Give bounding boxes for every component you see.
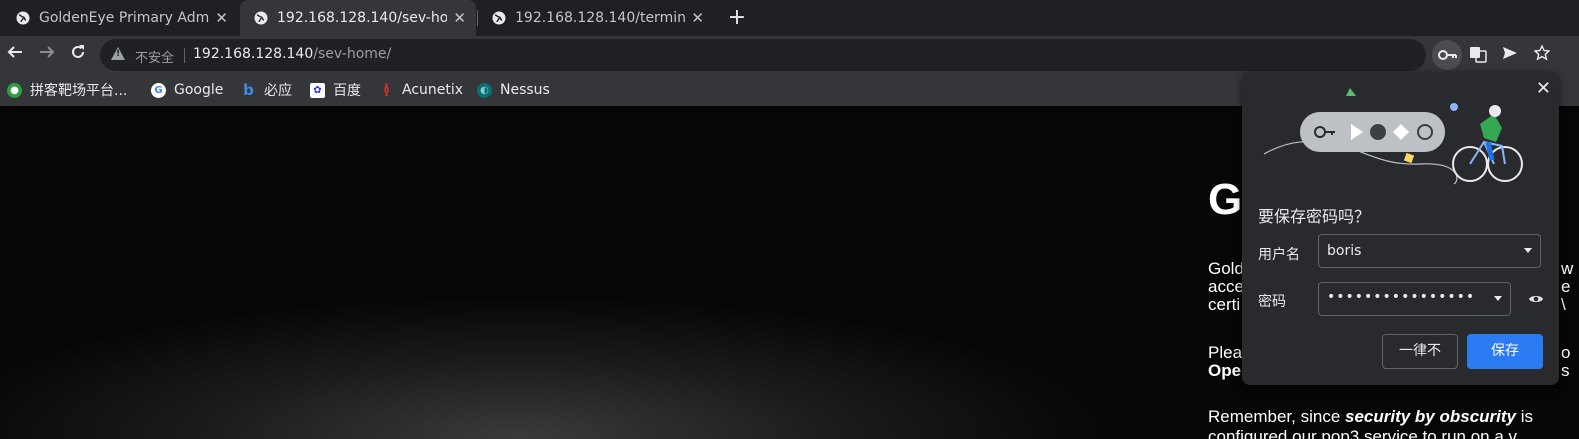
translate-button[interactable]: [1467, 45, 1489, 67]
save-password-dialog: ✕ 要保存密码吗？ 用户名 boris 密码 •••••••••••••••• …: [1242, 72, 1559, 385]
url-text[interactable]: 192.168.128.140/sev-home/: [193, 46, 391, 62]
bookmark-star-button[interactable]: [1531, 44, 1553, 67]
send-icon: [1503, 47, 1517, 59]
reload-button[interactable]: [67, 44, 89, 66]
tab-title: 192.168.128.140/terminal.: [515, 10, 686, 26]
password-label: 密码: [1258, 294, 1286, 310]
tab-title: 192.168.128.140/sev-home: [277, 10, 448, 26]
url-path: /sev-home/: [313, 46, 392, 62]
bookmark-pinke[interactable]: ● 拼客靶场平台...: [7, 80, 127, 100]
bookmark-google[interactable]: G Google: [151, 80, 223, 100]
dialog-title: 要保存密码吗？: [1258, 207, 1371, 226]
nessus-icon: ◐: [477, 82, 492, 98]
omnibox-divider: [184, 48, 185, 63]
paragraph-line: Plea: [1208, 343, 1243, 362]
star-icon: [1533, 44, 1551, 61]
url-host: 192.168.128.140: [193, 46, 314, 62]
browser-toolbar: ! 不安全 192.168.128.140/sev-home/: [0, 36, 1579, 74]
bing-icon: b: [243, 81, 254, 99]
tab-strip: GoldenEye Primary Admin ✕ 192.168.128.14…: [0, 0, 1579, 36]
password-illustration: [1263, 88, 1523, 185]
bookmark-baidu[interactable]: ✿ 百度: [310, 80, 361, 100]
bookmark-nessus[interactable]: ◐ Nessus: [477, 80, 550, 100]
never-save-button[interactable]: 一律不: [1382, 334, 1458, 369]
close-icon[interactable]: ✕: [691, 9, 704, 27]
forward-arrow-icon: [40, 46, 55, 58]
bookmark-label: Nessus: [500, 82, 550, 98]
bookmark-label: Google: [174, 82, 224, 98]
back-button[interactable]: [4, 44, 26, 66]
bookmark-label: 百度: [333, 83, 361, 99]
address-bar[interactable]: ! 不安全 192.168.128.140/sev-home/: [100, 39, 1426, 71]
bookmark-bing[interactable]: b 必应: [241, 80, 292, 100]
username-value: boris: [1327, 243, 1362, 259]
password-value: ••••••••••••••••: [1327, 289, 1476, 305]
bookmark-label: 拼客靶场平台...: [30, 83, 128, 99]
tab-sev-home[interactable]: 192.168.128.140/sev-home ✕: [240, 0, 476, 36]
paragraph-remember: Remember, since security by obscurity is: [1208, 407, 1534, 426]
password-key-button[interactable]: [1432, 40, 1462, 70]
paragraph-line: certi: [1208, 295, 1241, 314]
paragraph-line-bold: Ope: [1208, 361, 1242, 380]
username-label: 用户名: [1258, 247, 1300, 263]
chevron-down-icon: [1494, 296, 1502, 301]
page-heading: G: [1208, 175, 1243, 224]
bookmark-label: 必应: [264, 83, 292, 99]
close-icon[interactable]: ✕: [1536, 78, 1551, 99]
paragraph-fragment: o: [1561, 343, 1571, 362]
key-icon: [1438, 50, 1457, 60]
globe-icon: [254, 11, 268, 25]
paragraph-fragment: e: [1561, 277, 1571, 296]
chevron-down-icon: [1524, 248, 1532, 253]
pinke-icon: ●: [7, 82, 22, 98]
paragraph-line: configured our pop3 service to run on a …: [1208, 427, 1518, 439]
globe-icon: [16, 11, 30, 25]
send-button[interactable]: [1499, 45, 1521, 67]
paragraph-fragment: \: [1561, 295, 1566, 314]
eye-icon[interactable]: [1528, 293, 1544, 305]
translate-icon: [1470, 47, 1487, 63]
close-icon[interactable]: ✕: [215, 9, 228, 27]
acunetix-icon: ≬: [383, 82, 390, 98]
forward-button[interactable]: [36, 44, 58, 66]
paragraph-line: Gold: [1208, 259, 1244, 278]
new-tab-button[interactable]: +: [726, 4, 748, 32]
tab-goldeneye-admin[interactable]: GoldenEye Primary Admin ✕: [2, 0, 238, 36]
username-select[interactable]: boris: [1318, 234, 1541, 268]
google-icon: G: [151, 82, 166, 98]
security-label[interactable]: 不安全: [135, 47, 174, 66]
reload-icon: [72, 45, 84, 58]
tab-title: GoldenEye Primary Admin: [39, 10, 210, 26]
close-icon[interactable]: ✕: [453, 9, 466, 27]
password-select[interactable]: ••••••••••••••••: [1318, 282, 1511, 316]
back-arrow-icon: [7, 46, 22, 58]
save-button[interactable]: 保存: [1467, 334, 1543, 369]
emphasis-text: security by obscurity: [1345, 407, 1517, 426]
bookmark-acunetix[interactable]: ≬ Acunetix: [379, 80, 463, 100]
paragraph-fragment: w: [1561, 259, 1574, 278]
globe-icon: [492, 11, 506, 25]
tab-terminal[interactable]: 192.168.128.140/terminal. ✕: [478, 0, 714, 36]
paragraph-fragment: s: [1561, 361, 1570, 380]
baidu-icon: ✿: [310, 82, 325, 98]
paragraph-line: acce: [1208, 277, 1244, 296]
bookmark-label: Acunetix: [402, 82, 464, 98]
